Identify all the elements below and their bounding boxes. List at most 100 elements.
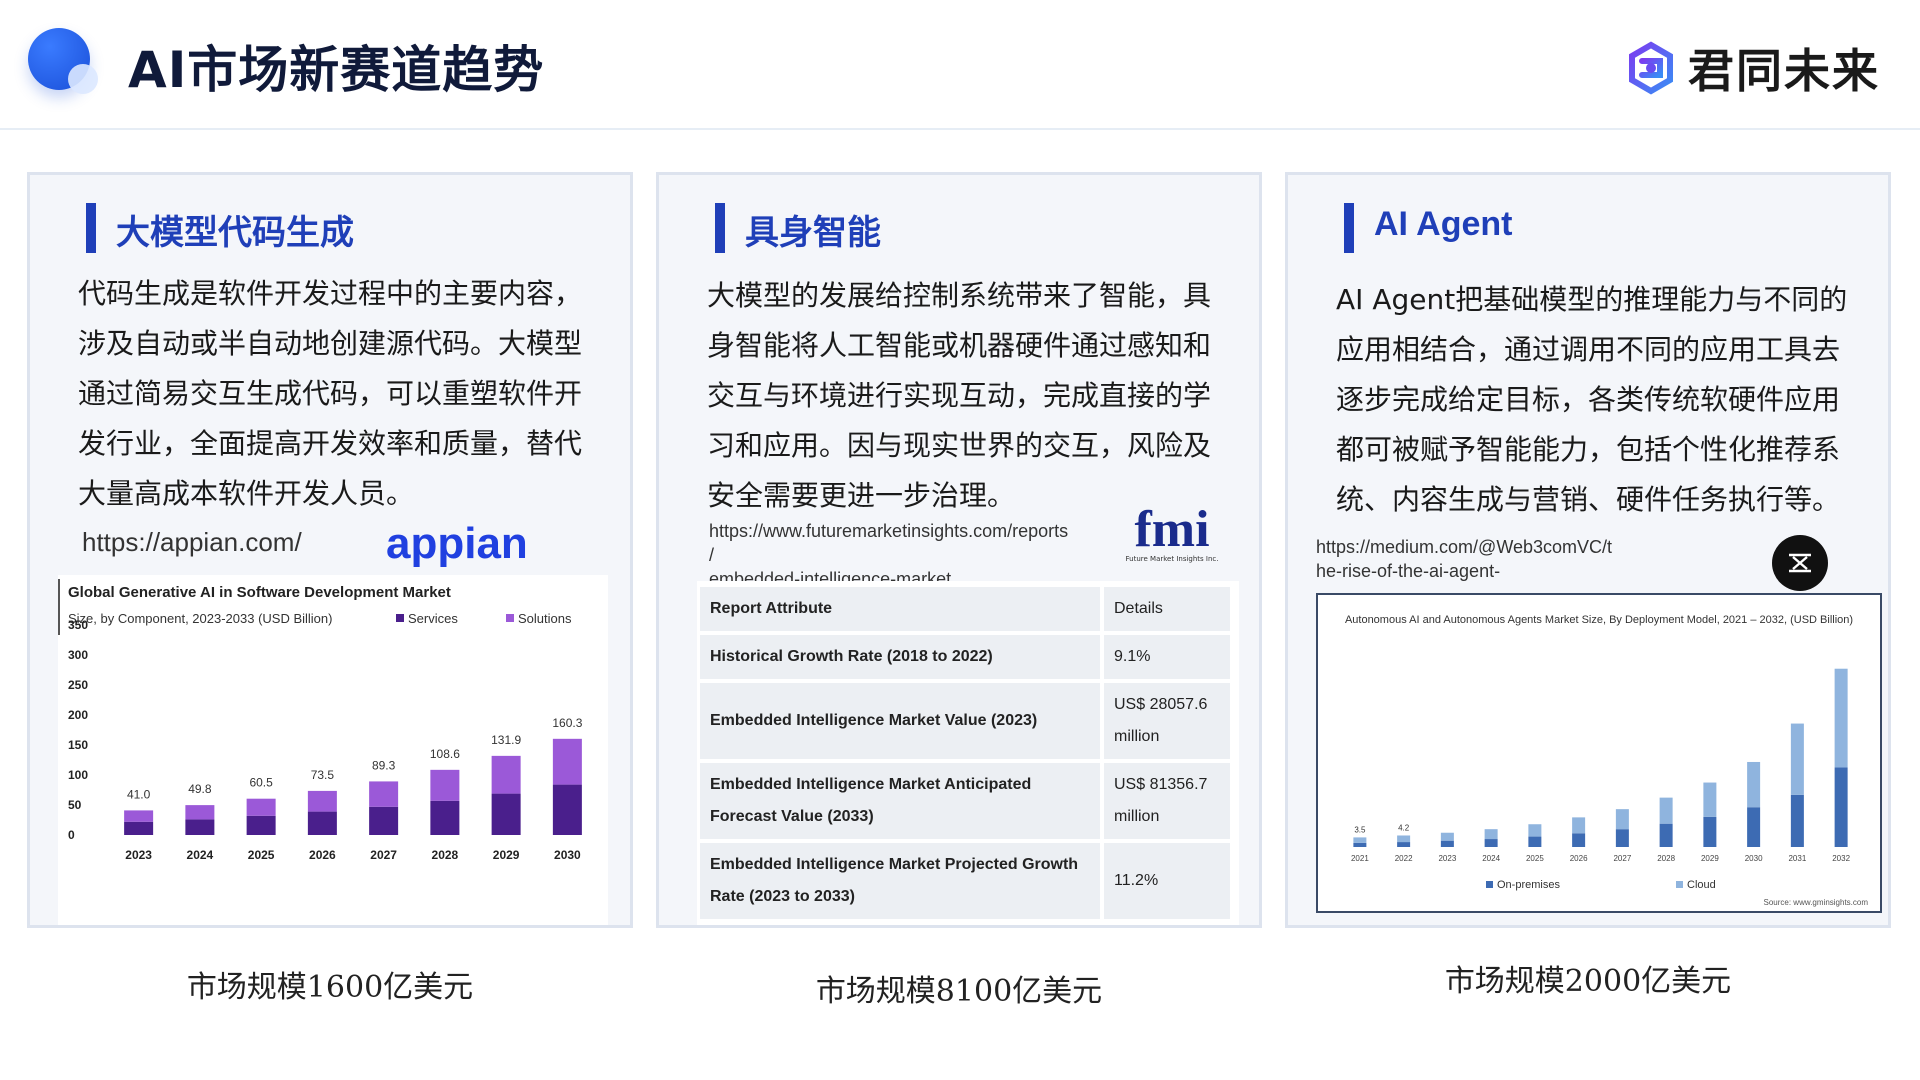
bar-onprem <box>1440 840 1454 847</box>
chart-genai-software: Global Generative AI in Software Develop… <box>58 575 608 925</box>
bar-onprem <box>1484 839 1498 847</box>
chart3-title: Autonomous AI and Autonomous Agents Mark… <box>1345 614 1853 626</box>
table-cell: 11.2% <box>1104 843 1230 919</box>
legend-services-swatch <box>396 614 404 622</box>
chart1-svg: Global Generative AI in Software Develop… <box>58 579 583 862</box>
bar-onprem <box>1572 833 1586 847</box>
brand-logo-icon <box>1629 41 1673 95</box>
section-accent-bar <box>715 203 725 253</box>
bar-value-label: 49.8 <box>188 782 212 796</box>
source-link[interactable]: https://medium.com/@Web3comVC/t he-rise-… <box>1316 535 1696 583</box>
table-cell: US$ 28057.6 million <box>1104 683 1230 759</box>
panel-embodied-ai: 具身智能 大模型的发展给控制系统带来了智能，具身智能将人工智能或机器硬件通过感知… <box>656 172 1262 928</box>
bar-onprem <box>1615 829 1629 847</box>
market-size-caption: 市场规模8100亿美元 <box>815 974 1103 1009</box>
section-title: 具身智能 <box>745 213 881 253</box>
bar-services <box>124 821 154 835</box>
bar-value-label: 160.3 <box>552 716 582 730</box>
header-logo-icon <box>28 28 98 94</box>
x-tick-label: 2022 <box>1395 854 1413 863</box>
bar-cloud <box>1790 723 1804 795</box>
y-tick-label: 300 <box>68 648 88 662</box>
bar-onprem <box>1834 767 1848 847</box>
source-link-line: / <box>709 545 715 565</box>
bar-cloud <box>1703 782 1717 817</box>
brand-name: 君同未来 <box>1688 44 1880 98</box>
bar-cloud <box>1484 829 1498 840</box>
x-tick-label: 2029 <box>493 848 520 862</box>
section-body: 代码生成是软件开发过程中的主要内容，涉及自动或半自动地创建源代码。大模型通过简易… <box>78 277 583 510</box>
x-tick-label: 2026 <box>309 848 336 862</box>
bar-solutions <box>369 781 399 807</box>
x-tick-label: 2027 <box>1613 854 1631 863</box>
section-title: AI Agent <box>1374 205 1513 243</box>
source-link-line: https://www.futuremarketinsights.com/rep… <box>709 521 1069 541</box>
fmi-logo: fmi Future Market Insights Inc. <box>1117 501 1227 564</box>
y-tick-label: 250 <box>68 678 88 692</box>
table-row: Embedded Intelligence Market Anticipated… <box>700 763 1230 839</box>
bar-solutions <box>552 738 582 785</box>
section-accent-bar <box>1344 203 1354 253</box>
bar-solutions <box>430 769 460 801</box>
section-accent-bar <box>86 203 96 253</box>
x-tick-label: 2030 <box>554 848 581 862</box>
source-link-line: he-rise-of-the-ai-agent- <box>1316 561 1501 581</box>
bar-onprem <box>1790 794 1804 847</box>
x-tick-label: 2028 <box>432 848 459 862</box>
bar-onprem <box>1747 807 1761 847</box>
x-tick-label: 2028 <box>1657 854 1675 863</box>
legend-services-label: Services <box>408 611 458 626</box>
author-logo-icon <box>1789 553 1811 573</box>
bar-onprem <box>1659 823 1673 847</box>
bar-value-label: 3.5 <box>1354 825 1366 834</box>
fmi-logo-text: fmi <box>1134 501 1210 558</box>
source-link[interactable]: https://appian.com/ <box>82 527 302 558</box>
x-tick-label: 2025 <box>1526 854 1544 863</box>
bar-value-label: 60.5 <box>249 776 273 790</box>
bar-value-label: 89.3 <box>372 758 396 772</box>
table-cell: 9.1% <box>1104 635 1230 679</box>
bar-cloud <box>1615 809 1629 830</box>
chart-autonomous-agents: Autonomous AI and Autonomous Agents Mark… <box>1316 593 1882 913</box>
bar-cloud <box>1528 824 1542 837</box>
panel-ai-agent: AI Agent AI Agent把基础模型的推理能力与不同的应用相结合，通过调… <box>1285 172 1891 928</box>
x-tick-label: 2030 <box>1745 854 1763 863</box>
y-tick-label: 100 <box>68 768 88 782</box>
table-cell: Report Attribute <box>700 587 1104 631</box>
table-row: Embedded Intelligence Market Projected G… <box>700 843 1230 919</box>
fmi-logo-sub: Future Market Insights Inc. <box>1125 555 1219 563</box>
y-tick-label: 200 <box>68 708 88 722</box>
table-cell: Embedded Intelligence Market Anticipated… <box>700 763 1104 839</box>
bar-cloud <box>1834 668 1848 768</box>
legend-cloud-swatch <box>1676 881 1683 888</box>
legend-cloud-label: Cloud <box>1687 879 1716 891</box>
bar-value-label: 108.6 <box>430 747 460 761</box>
table-row: Embedded Intelligence Market Value (2023… <box>700 683 1230 759</box>
table-cell: Embedded Intelligence Market Projected G… <box>700 843 1104 919</box>
bar-value-label: 73.5 <box>311 768 335 782</box>
x-tick-label: 2024 <box>1482 854 1500 863</box>
brand: 君同未来 <box>1622 38 1880 98</box>
legend-solutions-swatch <box>506 614 514 622</box>
bar-cloud <box>1353 837 1367 843</box>
market-table: Report Attribute Details Historical Growt… <box>697 581 1239 925</box>
y-tick-label: 0 <box>68 828 75 842</box>
bar-cloud <box>1397 835 1411 843</box>
market-size-caption: 市场规模2000亿美元 <box>1444 964 1732 999</box>
x-tick-label: 2023 <box>1438 854 1456 863</box>
legend-onprem-label: On-premises <box>1497 879 1560 891</box>
chart3-svg: Autonomous AI and Autonomous Agents Mark… <box>1345 614 1869 907</box>
legend-onprem-swatch <box>1486 881 1493 888</box>
bar-onprem <box>1528 836 1542 847</box>
table-row: Report Attribute Details <box>700 587 1230 631</box>
chart1-title: Global Generative AI in Software Develop… <box>68 584 451 601</box>
bar-services <box>185 819 215 835</box>
section-body: 大模型的发展给控制系统带来了智能，具身智能将人工智能或机器硬件通过感知和交互与环… <box>707 279 1212 512</box>
bar-services <box>307 811 337 835</box>
x-tick-label: 2032 <box>1832 854 1850 863</box>
source-link-line: https://medium.com/@Web3comVC/t <box>1316 537 1613 557</box>
medium-author-avatar <box>1772 535 1828 591</box>
bar-value-label: 131.9 <box>491 733 521 747</box>
chart3-source: Source: www.gminsights.com <box>1764 898 1869 907</box>
y-tick-label: 350 <box>68 618 88 632</box>
